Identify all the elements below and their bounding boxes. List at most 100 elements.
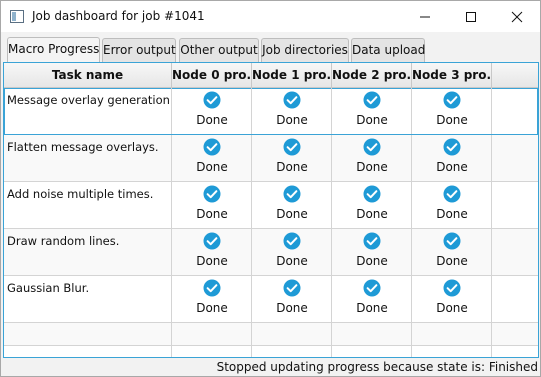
node-status-label: Done [436,160,468,174]
tab-job-directories[interactable]: Job directories [261,38,349,62]
column-header-node-0[interactable]: Node 0 pro... [172,63,252,87]
node-1-progress-cell: Done [252,88,332,134]
check-circle-icon [283,232,301,250]
check-circle-icon [203,232,221,250]
task-name-cell: Add noise multiple times. [4,182,172,228]
window-title: Job dashboard for job #1041 [32,9,205,23]
node-2-progress-cell: Done [332,276,412,322]
check-circle-icon [203,91,221,109]
check-circle-icon [283,91,301,109]
minimize-button[interactable] [402,1,448,32]
table-row[interactable]: Draw random lines. Done Done Done Done [4,229,538,276]
check-circle-icon [443,232,461,250]
empty-cell [172,346,252,357]
empty-cell [252,323,332,345]
node-status-label: Done [276,254,308,268]
check-circle-icon [363,279,381,297]
node-status-label: Done [356,113,388,127]
task-name-cell: Message overlay generation. [4,88,172,134]
node-0-progress-cell: Done [172,135,252,181]
tab-other-output[interactable]: Other output [179,38,259,62]
node-status-label: Done [276,301,308,315]
close-button[interactable] [494,1,540,32]
node-1-progress-cell: Done [252,276,332,322]
node-3-progress-cell: Done [412,135,492,181]
table-row[interactable]: Add noise multiple times. Done Done Done Don… [4,182,538,229]
node-status-label: Done [196,301,228,315]
empty-cell [492,346,538,357]
node-3-progress-cell: Done [412,88,492,134]
check-circle-icon [283,185,301,203]
empty-table-row [4,323,538,346]
table-row[interactable]: Flatten message overlays. Done Done Done Don… [4,135,538,182]
node-3-progress-cell: Done [412,182,492,228]
node-status-label: Done [356,207,388,221]
empty-cell [172,323,252,345]
check-circle-icon [443,138,461,156]
empty-cell [412,323,492,345]
node-0-progress-cell: Done [172,229,252,275]
filler-cell [492,182,538,228]
table-row[interactable]: Message overlay generation. Done Done Done D… [4,88,538,135]
check-circle-icon [203,185,221,203]
node-1-progress-cell: Done [252,182,332,228]
empty-cell [4,346,172,357]
node-status-label: Done [436,254,468,268]
filler-cell [492,135,538,181]
job-dashboard-window: Job dashboard for job #1041 Macro Progre… [0,0,541,377]
filler-cell [492,229,538,275]
node-0-progress-cell: Done [172,88,252,134]
node-status-label: Done [436,301,468,315]
empty-cell [412,346,492,357]
node-status-label: Done [276,113,308,127]
empty-cell [4,323,172,345]
filler-cell [492,88,538,134]
status-message: Stopped updating progress because state … [216,360,538,374]
column-header-task-name[interactable]: Task name [4,63,172,87]
check-circle-icon [363,138,381,156]
tab-error-output[interactable]: Error output [102,38,176,62]
filler-cell [492,276,538,322]
tab-data-upload[interactable]: Data upload [351,38,425,62]
column-header-node-2[interactable]: Node 2 pro... [332,63,412,87]
node-status-label: Done [196,254,228,268]
check-circle-icon [283,279,301,297]
node-3-progress-cell: Done [412,276,492,322]
task-name-cell: Flatten message overlays. [4,135,172,181]
task-name-cell: Draw random lines. [4,229,172,275]
node-status-label: Done [196,207,228,221]
check-circle-icon [443,185,461,203]
column-header-node-1[interactable]: Node 1 pro... [252,63,332,87]
node-status-label: Done [356,160,388,174]
title-bar[interactable]: Job dashboard for job #1041 [1,1,540,32]
close-icon [511,11,523,23]
minimize-icon [420,16,430,18]
task-name-cell: Gaussian Blur. [4,276,172,322]
empty-cell [332,323,412,345]
status-bar: Stopped updating progress because state … [1,358,540,376]
node-status-label: Done [436,207,468,221]
node-3-progress-cell: Done [412,229,492,275]
node-status-label: Done [276,207,308,221]
check-circle-icon [443,279,461,297]
node-status-label: Done [436,113,468,127]
check-circle-icon [283,138,301,156]
node-2-progress-cell: Done [332,182,412,228]
column-header-node-3[interactable]: Node 3 pro... [412,63,492,87]
node-0-progress-cell: Done [172,276,252,322]
progress-table[interactable]: Task name Node 0 pro... Node 1 pro... No… [3,62,539,358]
maximize-button[interactable] [448,1,494,32]
check-circle-icon [363,185,381,203]
tab-bar: Macro Progress Error output Other output… [1,32,540,63]
tab-macro-progress[interactable]: Macro Progress [7,37,100,63]
node-2-progress-cell: Done [332,229,412,275]
table-header: Task name Node 0 pro... Node 1 pro... No… [4,63,538,88]
empty-cell [252,346,332,357]
node-2-progress-cell: Done [332,135,412,181]
empty-table-row [4,346,538,357]
check-circle-icon [443,91,461,109]
empty-cell [492,323,538,345]
check-circle-icon [363,91,381,109]
table-row[interactable]: Gaussian Blur. Done Done Done Done [4,276,538,323]
column-header-filler [492,63,538,87]
